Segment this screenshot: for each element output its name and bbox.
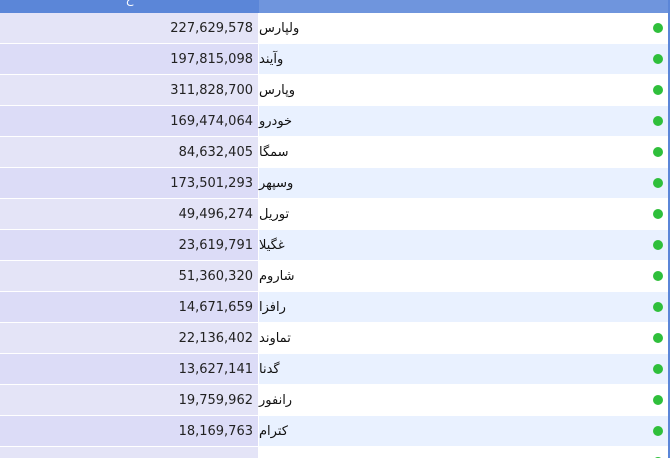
name-cell	[259, 447, 670, 458]
table-row[interactable]: 51,360,320 شاروم	[0, 261, 670, 292]
value-cell	[0, 447, 259, 458]
value-cell: 227,629,578	[0, 13, 259, 43]
table-row[interactable]: 49,496,274 توریل	[0, 199, 670, 230]
green-dot-icon	[653, 209, 663, 219]
value-cell: 51,360,320	[0, 261, 259, 291]
name-cell: خودرو	[259, 106, 670, 136]
name-cell: غگیلا	[259, 230, 670, 260]
green-dot-icon	[653, 23, 663, 33]
green-dot-icon	[653, 271, 663, 281]
value-cell: 18,169,763	[0, 416, 259, 446]
table-row[interactable]: 227,629,578 ولپارس	[0, 13, 670, 44]
name-cell: رافزا	[259, 292, 670, 322]
symbol-label[interactable]: کترام	[259, 424, 288, 439]
symbol-label[interactable]: رانفور	[259, 393, 292, 408]
symbol-label[interactable]: تماوند	[259, 331, 291, 346]
value-cell: 14,671,659	[0, 292, 259, 322]
green-dot-icon	[653, 395, 663, 405]
value-cell: 84,632,405	[0, 137, 259, 167]
value-cell: 22,136,402	[0, 323, 259, 353]
table-row[interactable]: 13,627,141 گدنا	[0, 354, 670, 385]
symbol-label[interactable]: خودرو	[259, 114, 292, 129]
green-dot-icon	[653, 116, 663, 126]
green-dot-icon	[653, 333, 663, 343]
table-row[interactable]: 14,671,659 رافزا	[0, 292, 670, 323]
name-cell: وسپهر	[259, 168, 670, 198]
symbol-label[interactable]: وپارس	[259, 83, 295, 98]
symbol-label[interactable]: توریل	[259, 207, 289, 222]
symbol-label[interactable]: شاروم	[259, 269, 294, 284]
symbol-label[interactable]: گدنا	[259, 362, 280, 377]
symbol-label[interactable]: رافزا	[259, 300, 286, 315]
name-cell: تماوند	[259, 323, 670, 353]
table-header: ح	[0, 0, 670, 13]
table-row[interactable]: 169,474,064 خودرو	[0, 106, 670, 137]
table-body: 227,629,578 ولپارس 197,815,098 وآیند 311,828…	[0, 13, 670, 458]
column-header-name[interactable]	[259, 0, 670, 13]
value-cell: 49,496,274	[0, 199, 259, 229]
symbol-label[interactable]: غگیلا	[259, 238, 285, 253]
name-cell: رانفور	[259, 385, 670, 415]
symbol-label[interactable]: وآیند	[259, 52, 283, 67]
table-row[interactable]: 22,136,402 تماوند	[0, 323, 670, 354]
value-cell: 13,627,141	[0, 354, 259, 384]
symbol-label[interactable]: ولپارس	[259, 21, 299, 36]
name-cell: گدنا	[259, 354, 670, 384]
value-cell: 173,501,293	[0, 168, 259, 198]
table-row[interactable]: 23,619,791 غگیلا	[0, 230, 670, 261]
value-cell: 197,815,098	[0, 44, 259, 74]
column-header-value[interactable]: ح	[0, 0, 259, 13]
symbol-label[interactable]: وسپهر	[259, 176, 293, 191]
name-cell: ولپارس	[259, 13, 670, 43]
value-cell: 311,828,700	[0, 75, 259, 105]
name-cell: شاروم	[259, 261, 670, 291]
value-cell: 23,619,791	[0, 230, 259, 260]
table-row[interactable]: 197,815,098 وآیند	[0, 44, 670, 75]
table-row[interactable]	[0, 447, 670, 458]
green-dot-icon	[653, 178, 663, 188]
name-cell: سمگا	[259, 137, 670, 167]
table-row[interactable]: 18,169,763 کترام	[0, 416, 670, 447]
table-row[interactable]: 19,759,962 رانفور	[0, 385, 670, 416]
table-row[interactable]: 311,828,700 وپارس	[0, 75, 670, 106]
name-cell: کترام	[259, 416, 670, 446]
value-cell: 169,474,064	[0, 106, 259, 136]
value-cell: 19,759,962	[0, 385, 259, 415]
green-dot-icon	[653, 364, 663, 374]
symbol-label[interactable]: سمگا	[259, 145, 289, 160]
green-dot-icon	[653, 426, 663, 436]
name-cell: وپارس	[259, 75, 670, 105]
table-row[interactable]: 84,632,405 سمگا	[0, 137, 670, 168]
green-dot-icon	[653, 240, 663, 250]
green-dot-icon	[653, 85, 663, 95]
data-table: ح 227,629,578ولپارس197,815,098وآیند311,8…	[0, 0, 670, 458]
green-dot-icon	[653, 54, 663, 64]
green-dot-icon	[653, 147, 663, 157]
column-header-value-label: ح	[126, 0, 134, 6]
green-dot-icon	[653, 302, 663, 312]
table-row[interactable]: 173,501,293 وسپهر	[0, 168, 670, 199]
name-cell: توریل	[259, 199, 670, 229]
name-cell: وآیند	[259, 44, 670, 74]
